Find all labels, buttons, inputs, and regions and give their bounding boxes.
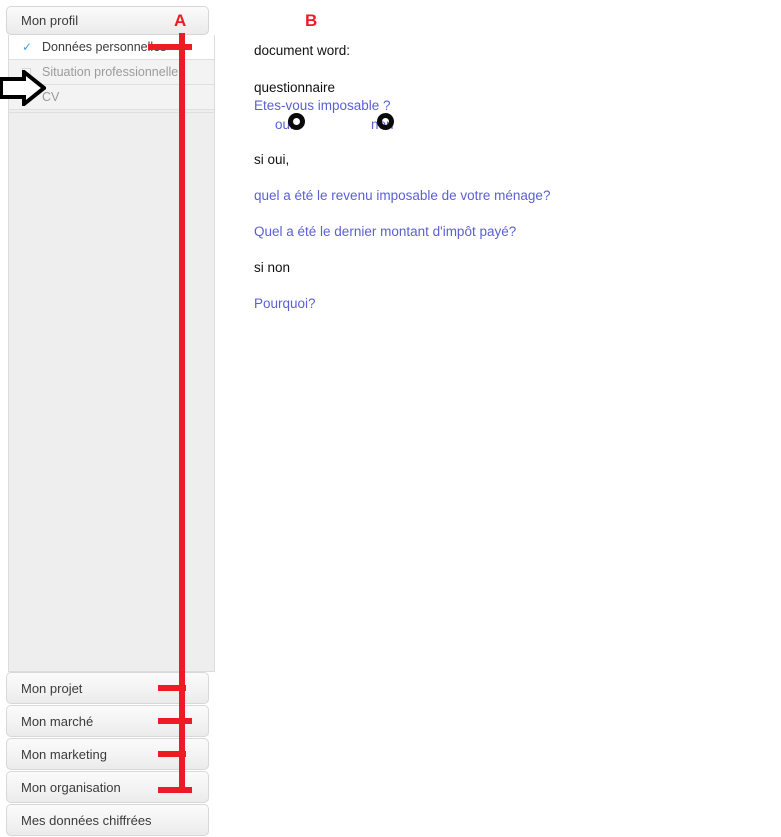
- menu-item-label: Mon organisation: [21, 779, 121, 795]
- document-word-label: document word:: [254, 43, 351, 58]
- sidebar-item-label: Données personnelles: [42, 40, 167, 54]
- sidebar-item-cv[interactable]: ✓ CV: [9, 85, 214, 110]
- question-pourquoi[interactable]: Pourquoi?: [254, 297, 316, 311]
- checkmark-icon: ✓: [22, 40, 33, 54]
- sidebar-item-donnees-personnelles[interactable]: ✓ Données personnelles: [9, 35, 214, 60]
- sidebar-header-mon-profil[interactable]: Mon profil: [6, 6, 209, 35]
- sidebar: Mon profil ✓ Données personnelles Situat…: [0, 0, 216, 837]
- question-revenu-imposable[interactable]: quel a été le revenu imposable de votre …: [254, 189, 550, 203]
- question-montant-impot[interactable]: Quel a été le dernier montant d'impôt pa…: [254, 225, 516, 239]
- sidebar-item-mon-marketing[interactable]: Mon marketing: [6, 738, 209, 770]
- menu-item-label: Mes données chiffrées: [21, 812, 152, 828]
- si-non-label: si non: [254, 260, 291, 275]
- menu-item-label: Mon projet: [21, 680, 83, 696]
- question-imposable[interactable]: Etes-vous imposable ?: [254, 99, 391, 113]
- sidebar-item-mes-donnees-chiffrees[interactable]: Mes données chiffrées: [6, 804, 209, 836]
- empty-checkbox-icon: [22, 67, 31, 77]
- sidebar-subpanel: ✓ Données personnelles Situation profess…: [8, 35, 215, 672]
- main-content: document word: questionnaire Etes-vous i…: [216, 0, 781, 837]
- option-oui-label[interactable]: oui: [275, 118, 293, 132]
- sidebar-empty-area: [9, 112, 214, 671]
- si-oui-label: si oui,: [254, 152, 290, 167]
- sidebar-item-situation-professionnelle[interactable]: Situation professionnelle: [9, 60, 214, 85]
- sidebar-item-label: CV: [42, 90, 60, 104]
- sidebar-item-mon-projet[interactable]: Mon projet: [6, 672, 209, 704]
- sidebar-item-label: Situation professionnelle: [42, 65, 179, 79]
- option-non-label[interactable]: non: [371, 118, 394, 132]
- sidebar-item-mon-organisation[interactable]: Mon organisation: [6, 771, 209, 803]
- sidebar-item-mon-marche[interactable]: Mon marché: [6, 705, 209, 737]
- questionnaire-label: questionnaire: [254, 80, 336, 95]
- menu-item-label: Mon marché: [21, 713, 94, 729]
- sidebar-header-label: Mon profil: [21, 13, 79, 28]
- menu-item-label: Mon marketing: [21, 746, 107, 762]
- checkmark-icon: ✓: [22, 90, 33, 104]
- app-window: Mon profil ✓ Données personnelles Situat…: [0, 0, 781, 837]
